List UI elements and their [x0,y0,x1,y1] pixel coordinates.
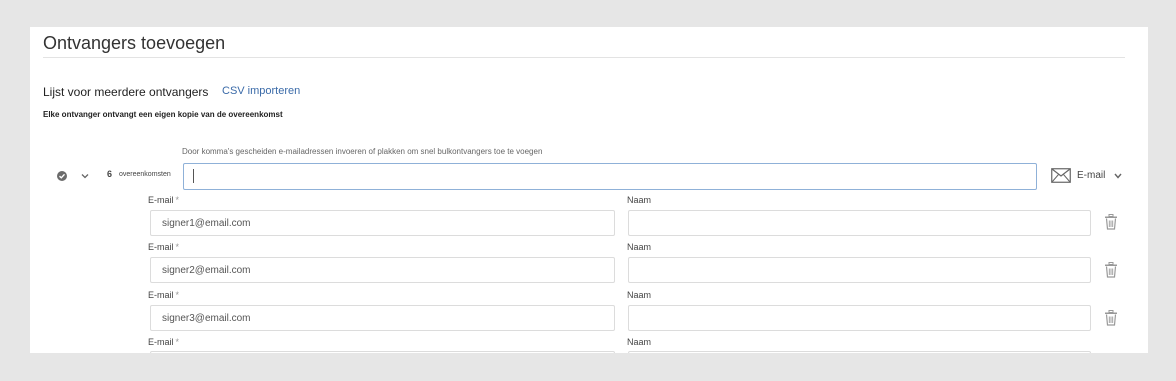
trash-icon[interactable] [1104,214,1118,230]
chevron-down-icon [1114,173,1122,179]
email-value: signer3@email.com [162,313,251,324]
text-cursor [193,169,194,183]
bulk-recipients-input[interactable] [183,163,1037,190]
add-recipients-panel: Ontvangers toevoegen Lijst voor meerdere… [30,27,1148,353]
delivery-type-label: E-mail [1077,170,1106,181]
email-field[interactable]: signer2@email.com [150,257,615,283]
email-field-label: E-mail * [148,337,180,347]
email-field-label: E-mail * [148,195,180,205]
name-field[interactable] [628,305,1091,331]
csv-import-link[interactable]: CSV importeren [222,85,300,97]
delivery-type-dropdown[interactable]: E-mail [1051,167,1126,185]
name-field[interactable] [628,257,1091,283]
agreement-count: 6 [107,169,113,179]
email-field-label: E-mail * [148,242,180,252]
email-field[interactable]: signer3@email.com [150,305,615,331]
email-value: signer1@email.com [162,218,251,229]
bulk-hint: Door komma's gescheiden e-mailadressen i… [182,147,543,156]
name-field-label: Naam [627,242,652,252]
name-field[interactable] [628,210,1091,236]
recipient-list-label: Lijst voor meerdere ontvangers [43,85,209,99]
email-field-label: E-mail * [148,290,180,300]
name-field-label: Naam [627,195,652,205]
email-value: signer2@email.com [162,265,251,276]
chevron-down-icon[interactable] [80,168,90,179]
name-field[interactable] [628,351,1091,353]
name-field-label: Naam [627,290,652,300]
title-divider [43,57,1125,58]
trash-icon[interactable] [1104,310,1118,326]
check-circle-icon [57,171,67,181]
name-field-label: Naam [627,337,652,347]
mail-icon [1051,168,1071,183]
email-field[interactable]: signer1@email.com [150,210,615,236]
agreement-count-label: overeenkomsten [119,171,171,178]
trash-icon[interactable] [1104,262,1118,278]
page-title: Ontvangers toevoegen [43,33,226,53]
email-field[interactable] [150,351,615,353]
copy-note: Elke ontvanger ontvangt een eigen kopie … [43,110,283,119]
